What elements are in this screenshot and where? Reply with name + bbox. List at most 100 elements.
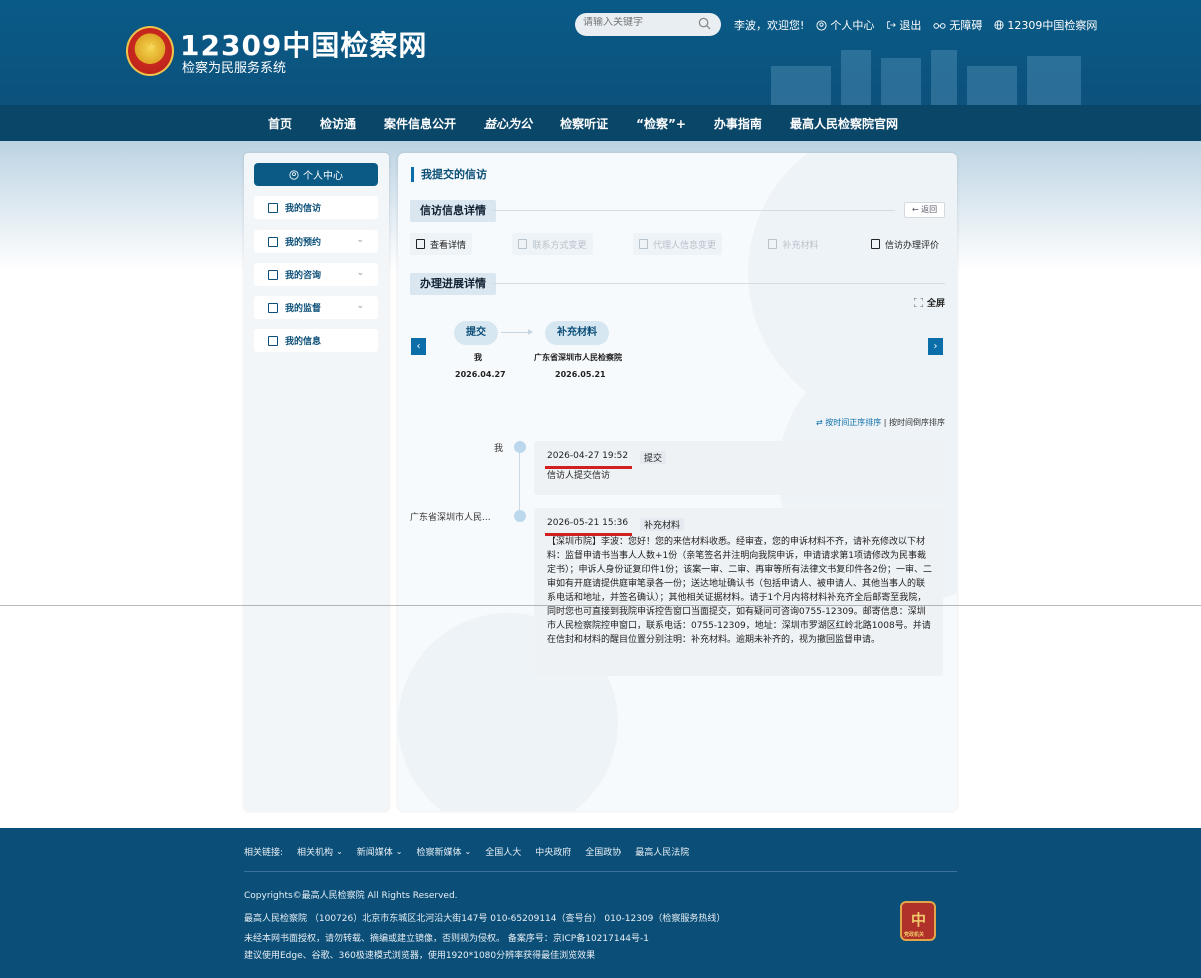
- timeline-content: 【深圳市院】李波：您好！您的来信材料收悉。经审查，您的申诉材料不齐，请补充修改以…: [547, 537, 932, 645]
- tab-contact-change[interactable]: 联系方式变更: [512, 233, 593, 255]
- footer-link[interactable]: 中央政府: [535, 845, 571, 858]
- copyright: Copyrights©最高人民检察院 All Rights Reserved.: [244, 891, 458, 901]
- chevron-down-icon: ⌄: [356, 301, 364, 311]
- footer-link[interactable]: 新闻媒体: [357, 845, 393, 858]
- sidebar-item-my-supervision[interactable]: 我的监督 ⌄: [254, 296, 378, 319]
- greeting: 李波，欢迎您!: [734, 19, 805, 32]
- section-petition-info: 信访信息详情 ← 返回: [410, 200, 945, 222]
- site-header: ★ 12309中国检察网 检察为民服务系统 李波，欢迎您! 个人中心 退出 无障…: [0, 0, 1201, 141]
- tab-label: 代理人信息变更: [652, 240, 716, 251]
- sidebar-head[interactable]: 个人中心: [254, 163, 378, 186]
- step-date: 2026.05.21: [555, 370, 606, 379]
- footer-link[interactable]: 检察新媒体: [416, 845, 461, 858]
- next-arrow-button[interactable]: ›: [928, 338, 943, 355]
- file-icon: [416, 239, 425, 249]
- tab-label: 联系方式变更: [532, 240, 587, 251]
- user-circle-icon: [289, 169, 299, 180]
- prev-arrow-button[interactable]: ‹: [411, 338, 426, 355]
- fullscreen-button[interactable]: 全屏: [913, 296, 945, 309]
- search-input[interactable]: [583, 17, 693, 28]
- user-icon: [816, 19, 827, 31]
- footer-notice: 未经本网书面授权，请勿转载、摘编或建立镜像，否则视为侵权。 备案序号：京ICP备…: [244, 934, 650, 944]
- nav-jiancha-plus[interactable]: “检察”+: [636, 115, 686, 132]
- footer-browser-tip: 建议使用Edge、谷歌、360极速模式浏览器，使用1920*1080分辨率获得最…: [244, 951, 596, 961]
- national-emblem-icon[interactable]: ★: [126, 26, 174, 76]
- sidebar-item-my-consultations[interactable]: 我的咨询 ⌄: [254, 263, 378, 286]
- timeline-time-text: 2026-04-27 19:52: [547, 451, 629, 461]
- footer-link[interactable]: 全国人大: [485, 845, 521, 858]
- timeline-actor: 我: [494, 444, 504, 454]
- folder-icon: [268, 202, 278, 213]
- horizontal-rule: [0, 605, 1201, 606]
- timeline-card: 2026-04-27 19:52 提交 信访人提交信访: [534, 441, 943, 495]
- timeline-line: [519, 453, 520, 513]
- tab-label: 查看详情: [430, 240, 467, 251]
- tab-supplement[interactable]: 补充材料: [762, 233, 825, 255]
- timeline-dot: [514, 510, 526, 522]
- logout-icon: [887, 21, 897, 29]
- nav-hearing[interactable]: 检察听证: [560, 115, 608, 132]
- sort-desc-button[interactable]: 按时间倒序排序: [889, 418, 945, 427]
- chevron-down-icon: ⌄: [395, 847, 403, 856]
- logo-subtitle: 检察为民服务系统: [182, 61, 287, 76]
- footer-link[interactable]: 最高人民法院: [635, 845, 689, 858]
- sidebar-item-label: 我的咨询: [285, 271, 322, 281]
- sidebar: 个人中心 我的信访 我的预约 ⌄ 我的咨询 ⌄ 我的监督 ⌄ 我的信息: [244, 153, 389, 811]
- footer-address: 最高人民检察院 （100726）北京市东城区北河沿大街147号 010-6520…: [244, 914, 726, 924]
- sidebar-head-label: 个人中心: [303, 171, 343, 182]
- site-link[interactable]: 12309中国检察网: [994, 17, 1097, 33]
- section-title: 办理进展详情: [410, 273, 496, 295]
- timeline-actor: 广东省深圳市人民...: [410, 513, 491, 523]
- search-icon[interactable]: [698, 17, 711, 30]
- fullscreen-label: 全屏: [926, 299, 945, 309]
- expand-icon: [913, 298, 923, 307]
- nav-home[interactable]: 首页: [268, 115, 292, 132]
- nav-jianfangtong[interactable]: 检访通: [320, 115, 356, 132]
- section-title: 信访信息详情: [410, 200, 496, 222]
- footer-links: 相关链接: 相关机构 ⌄ 新闻媒体 ⌄ 检察新媒体 ⌄ 全国人大 中央政府 全国政协 …: [244, 845, 689, 858]
- tab-agent-change[interactable]: 代理人信息变更: [632, 233, 722, 255]
- government-seal-icon[interactable]: 中 党政机关: [900, 901, 936, 941]
- main-panel: 我提交的信访 信访信息详情 ← 返回 查看详情 联系方式变更 代理人信息变更 补…: [398, 153, 957, 811]
- main-nav: 首页 检访通 案件信息公开 益心为公 检察听证 “检察”+ 办事指南 最高人民检…: [0, 105, 1201, 141]
- nav-spp-official[interactable]: 最高人民检察院官网: [790, 115, 898, 132]
- timeline-time-text: 2026-05-21 15:36: [547, 518, 629, 528]
- info-icon: [268, 335, 278, 346]
- sidebar-item-my-appointments[interactable]: 我的预约 ⌄: [254, 230, 378, 253]
- timeline-status: 补充材料: [640, 518, 685, 531]
- footer-link[interactable]: 相关机构: [297, 845, 333, 858]
- sort-asc-button[interactable]: ⇄ 按时间正序排序: [816, 418, 881, 427]
- footer-link[interactable]: 全国政协: [585, 845, 621, 858]
- building-decoration: [771, 50, 1081, 106]
- accessibility-link[interactable]: 无障碍: [933, 17, 982, 33]
- nav-yixinweigong[interactable]: 益心为公: [484, 115, 532, 132]
- sidebar-item-label: 我的信访: [285, 204, 322, 214]
- nav-guide[interactable]: 办事指南: [714, 115, 762, 132]
- tab-evaluation[interactable]: 信访办理评价: [864, 233, 945, 255]
- document-icon: [268, 236, 278, 247]
- logout-label: 退出: [899, 19, 922, 32]
- step-actor: 广东省深圳市人民检察院: [534, 353, 622, 362]
- sidebar-item-label: 我的信息: [285, 337, 322, 347]
- sidebar-item-my-info[interactable]: 我的信息: [254, 329, 378, 352]
- tab-view-details[interactable]: 查看详情: [410, 233, 473, 255]
- step-actor: 我: [474, 353, 482, 362]
- sidebar-item-my-petitions[interactable]: 我的信访: [254, 196, 378, 219]
- nav-case-info[interactable]: 案件信息公开: [384, 115, 456, 132]
- timeline-status: 提交: [640, 451, 667, 464]
- globe-icon: [994, 20, 1005, 30]
- sort-asc-label: 按时间正序排序: [825, 418, 882, 427]
- personal-center-link[interactable]: 个人中心: [816, 17, 874, 33]
- step-pill-submit: 提交: [454, 321, 498, 345]
- accessibility-label: 无障碍: [949, 19, 983, 32]
- copy-icon: [768, 239, 778, 249]
- back-button[interactable]: ← 返回: [904, 202, 945, 218]
- site-link-label: 12309中国检察网: [1007, 19, 1098, 32]
- logout-link[interactable]: 退出: [886, 17, 921, 33]
- footer-divider: [244, 871, 957, 872]
- site-footer: 相关链接: 相关机构 ⌄ 新闻媒体 ⌄ 检察新媒体 ⌄ 全国人大 中央政府 全国政协 …: [0, 828, 1201, 978]
- copy-icon: [268, 302, 278, 313]
- timeline-dot: [514, 441, 526, 453]
- edit-icon: [870, 239, 880, 249]
- divider: [492, 283, 945, 284]
